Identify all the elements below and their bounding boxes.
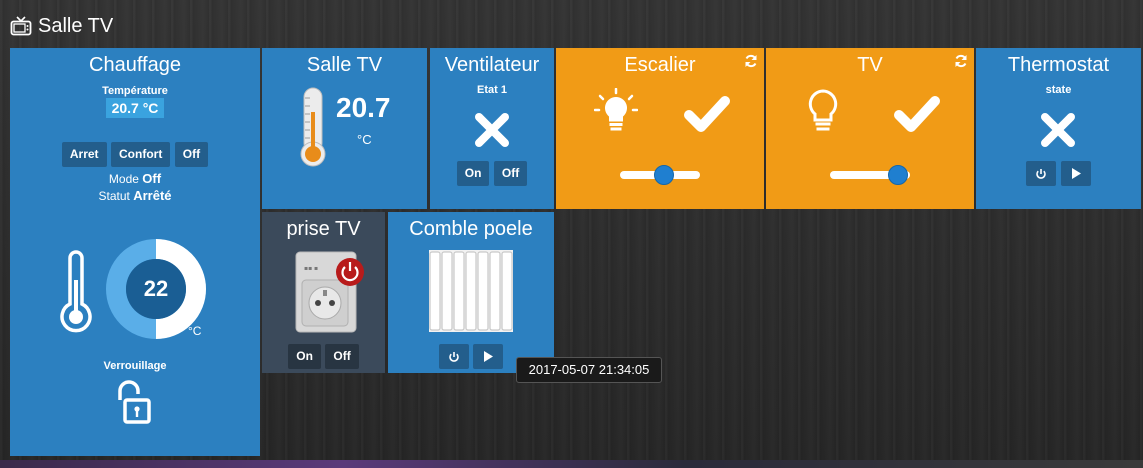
unlock-icon[interactable]	[113, 380, 153, 426]
room-title: Salle TV	[38, 14, 114, 37]
heating-widget: Chauffage Température 20.7 °C Arret Conf…	[10, 48, 260, 456]
play-icon	[484, 351, 494, 362]
fan-buttons: On Off	[430, 161, 554, 186]
checkmark-icon	[894, 96, 940, 132]
fan-off-button[interactable]: Off	[493, 161, 528, 186]
temp-sensor-unit: °C	[357, 132, 372, 147]
fan-on-button[interactable]: On	[456, 161, 490, 186]
radiator-icon	[429, 250, 513, 332]
setpoint-unit: °C	[188, 324, 202, 338]
mode-label: Mode	[108, 172, 139, 186]
lock-label: Verrouillage	[103, 360, 167, 372]
refresh-icon[interactable]	[954, 54, 968, 68]
plug-widget: prise TV ▪▪ ▪ On Off	[262, 212, 385, 373]
mode-off-button[interactable]: Off	[174, 142, 209, 167]
off-cross-icon	[475, 113, 509, 147]
fan-widget: Ventilateur Etat 1 On Off	[430, 48, 554, 209]
stairs-title: Escalier	[624, 54, 696, 76]
stairs-dimmer-slider[interactable]	[620, 165, 700, 185]
mode-arret-button[interactable]: Arret	[61, 142, 107, 167]
bulb-on-icon	[594, 88, 638, 131]
checkmark-icon	[684, 96, 730, 132]
plug-off-button[interactable]: Off	[325, 344, 359, 369]
thermometer-icon	[60, 250, 92, 333]
fan-state-label: Etat 1	[477, 84, 507, 96]
tv-dimmer-slider[interactable]	[830, 165, 910, 185]
tv-light-title: TV	[857, 54, 883, 76]
plug-title: prise TV	[286, 218, 361, 240]
thermostat-title: Thermostat	[1007, 54, 1110, 76]
tv-light-widget: TV	[766, 48, 974, 209]
mode-confort-button[interactable]: Confort	[111, 142, 171, 167]
refresh-icon[interactable]	[744, 54, 758, 68]
thermostat-widget: Thermostat state	[976, 48, 1141, 209]
setpoint-value: 22	[143, 276, 169, 301]
power-icon	[1036, 169, 1047, 179]
temp-sensor-value: 20.7	[336, 92, 391, 123]
status-value: Arrêté	[133, 188, 172, 203]
mode-line: Mode Off	[10, 171, 260, 186]
tv-icon	[10, 16, 32, 36]
off-cross-icon	[1041, 113, 1075, 147]
attic-heater-widget: Comble poele	[388, 212, 554, 373]
fan-title: Ventilateur	[444, 54, 540, 76]
temperature-badge: 20.7 °C	[105, 98, 165, 118]
status-label: Statut	[98, 189, 130, 203]
plug-buttons: On Off	[262, 344, 385, 369]
thermostat-state-label: state	[1045, 84, 1072, 96]
room-header: Salle TV	[10, 12, 113, 40]
thermometer-gauge-icon	[300, 87, 326, 167]
play-icon	[1071, 168, 1081, 179]
bulb-off-icon	[808, 89, 838, 131]
play-button[interactable]	[473, 344, 504, 369]
smart-plug-icon: ▪▪ ▪	[295, 251, 364, 333]
temp-sensor-title: Salle TV	[306, 54, 383, 76]
thermostat-buttons	[976, 161, 1141, 186]
slider-knob[interactable]	[654, 165, 674, 185]
attic-title: Comble poele	[409, 218, 533, 240]
heating-title: Chauffage	[89, 54, 181, 76]
status-line: Statut Arrêté	[10, 188, 260, 203]
timestamp-tooltip: 2017-05-07 21:34:05	[516, 357, 662, 383]
mode-value: Off	[142, 171, 162, 186]
power-icon	[448, 352, 459, 362]
plug-on-button[interactable]: On	[288, 344, 321, 369]
temp-sensor-widget: Salle TV 20.7 °C	[262, 48, 427, 209]
play-button[interactable]	[1060, 161, 1091, 186]
power-button[interactable]	[1026, 161, 1057, 186]
svg-text:▪▪ ▪: ▪▪ ▪	[304, 265, 318, 272]
heating-mode-buttons: Arret Confort Off	[10, 142, 260, 167]
temperature-label: Température	[102, 85, 168, 97]
stairs-light-widget: Escalier	[556, 48, 764, 209]
slider-knob[interactable]	[888, 165, 908, 185]
page-bottom-edge	[0, 460, 1143, 468]
power-button[interactable]	[438, 344, 469, 369]
